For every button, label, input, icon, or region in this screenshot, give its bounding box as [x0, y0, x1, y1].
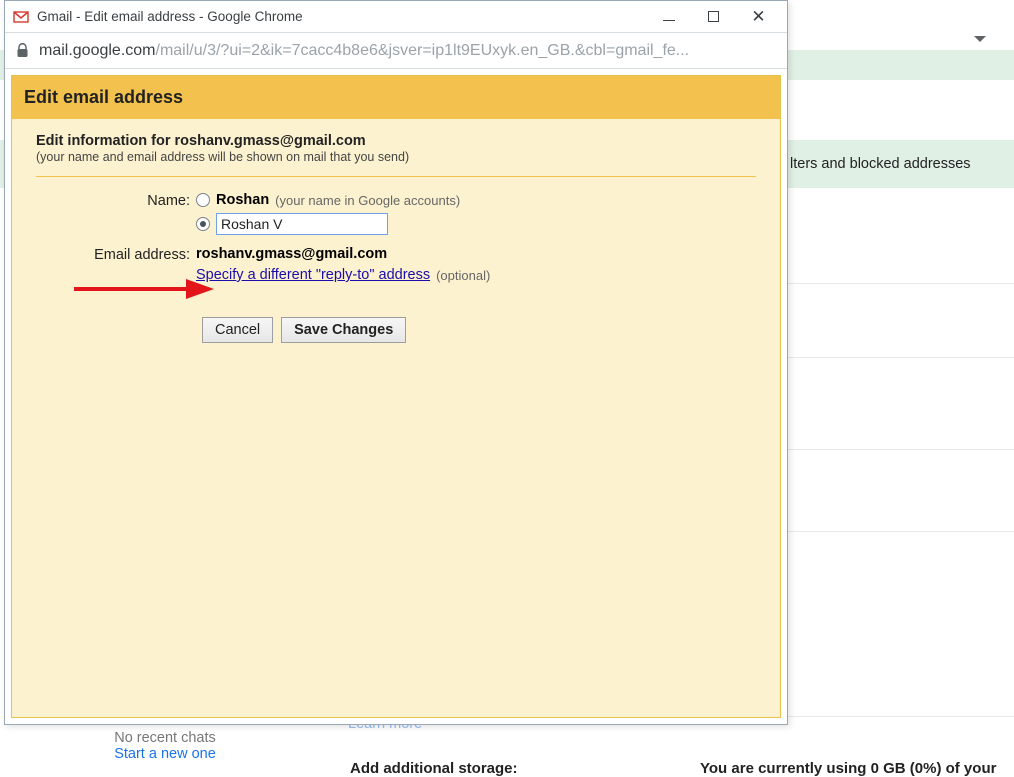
dialog-title: Edit email address [12, 76, 780, 119]
settings-tab-filters[interactable]: lters and blocked addresses [790, 156, 971, 172]
window-titlebar: Gmail - Edit email address - Google Chro… [5, 1, 787, 33]
edit-email-dialog: Edit email address Edit information for … [11, 75, 781, 718]
save-button[interactable]: Save Changes [281, 317, 406, 343]
email-label: Email address: [36, 245, 196, 263]
lock-icon [15, 43, 29, 59]
start-new-chat-link[interactable]: Start a new one [0, 746, 330, 762]
settings-dropdown-icon[interactable] [974, 36, 986, 42]
window-close-button[interactable]: ✕ [736, 2, 781, 32]
email-value: roshanv.gmass@gmail.com [196, 246, 387, 262]
dialog-divider [36, 176, 756, 177]
name-label: Name: [36, 191, 196, 209]
window-title: Gmail - Edit email address - Google Chro… [37, 9, 303, 24]
google-name-value: Roshan [216, 192, 269, 208]
url-text: mail.google.com/mail/u/3/?ui=2&ik=7cacc4… [39, 42, 689, 60]
custom-name-input[interactable] [216, 213, 388, 235]
dialog-info-line: Edit information for roshanv.gmass@gmail… [36, 133, 756, 149]
radio-google-name[interactable] [196, 193, 210, 207]
window-maximize-button[interactable] [691, 2, 736, 32]
no-recent-chats: No recent chats [0, 730, 330, 746]
add-storage-label: Add additional storage: [350, 760, 518, 777]
chrome-popup-window: Gmail - Edit email address - Google Chro… [4, 0, 788, 725]
storage-usage-text: You are currently using 0 GB (0%) of you… [700, 760, 996, 777]
reply-to-link[interactable]: Specify a different "reply-to" address [196, 267, 430, 283]
window-minimize-button[interactable] [646, 2, 691, 32]
cancel-button[interactable]: Cancel [202, 317, 273, 343]
dialog-sub-line: (your name and email address will be sho… [36, 150, 756, 164]
google-name-hint: (your name in Google accounts) [275, 193, 460, 208]
gmail-icon [13, 9, 29, 25]
optional-hint: (optional) [436, 268, 490, 283]
address-bar[interactable]: mail.google.com/mail/u/3/?ui=2&ik=7cacc4… [5, 33, 787, 69]
radio-custom-name[interactable] [196, 217, 210, 231]
